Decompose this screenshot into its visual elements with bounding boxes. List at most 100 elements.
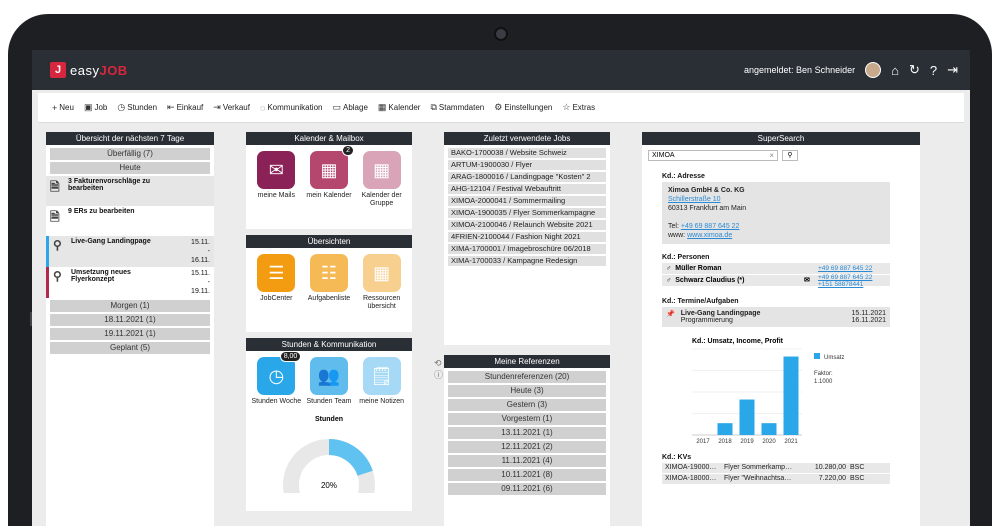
refresh-icon[interactable]: ↻ <box>909 62 920 78</box>
kv-row[interactable]: XIMOA-19000… Flyer Sommerkamp… 10.280,00 BS… <box>662 463 890 473</box>
mail-icon[interactable]: ✉ <box>804 275 814 286</box>
logo[interactable]: J easyJOB <box>50 62 128 78</box>
reference-item[interactable]: Heute (3) <box>448 385 606 397</box>
persons-section-title: Kd.: Personen <box>662 254 710 261</box>
task-item[interactable]: 🗎 3 Fakturenvorschläge zu bearbeiten <box>46 176 214 206</box>
tile-label: JobCenter <box>260 295 293 302</box>
home-icon[interactable]: ⌂ <box>891 63 899 78</box>
task-card[interactable]: 📌 Live-Gang Landingpage Programmierung 15… <box>662 307 890 327</box>
hours-panel: ◷ 8,00 Stunden Woche 👥 Stunden Team 🗒 meine No… <box>246 351 412 526</box>
toolbar-stammdaten-button[interactable]: ⧉ Stammdaten <box>430 102 484 113</box>
overviews-title: Übersichten <box>246 235 412 248</box>
toolbar-kalender-button[interactable]: ▦ Kalender <box>378 102 421 113</box>
task-item[interactable]: ⚲ Umsetzung neues Flyerkonzept 15.11. - 19.1… <box>46 267 214 298</box>
toolbar-neu-button[interactable]: + Neu <box>52 103 74 113</box>
toolbar-label: Verkauf <box>222 103 250 112</box>
tile-label: Ressourcen übersicht <box>362 295 401 310</box>
phone-link[interactable]: +49 69 887 645 22 <box>818 274 890 281</box>
job-item[interactable]: XIMA-1700033 / Kampagne Redesign <box>448 256 606 266</box>
overviews-tile[interactable]: ☷ Aufgabenliste <box>304 254 354 328</box>
search-button[interactable]: ⚲ <box>782 150 798 161</box>
job-item[interactable]: BAKO-1700038 / Website Schweiz <box>448 148 606 158</box>
overviews-tile[interactable]: ▦ Ressourcen übersicht <box>357 254 407 328</box>
toolbar-verkauf-icon: ⇥ <box>213 102 221 112</box>
toolbar-einstellungen-button[interactable]: ⚙ Einstellungen <box>494 102 552 113</box>
avatar[interactable] <box>865 62 882 78</box>
reference-item[interactable]: 13.11.2021 (1) <box>448 427 606 439</box>
job-item[interactable]: XIMOA-2100046 / Relaunch Website 2021 <box>448 220 606 230</box>
task-date-start: 15.11. <box>191 239 210 246</box>
calendar-tile[interactable]: ▦ Kalender der Gruppe <box>357 151 407 225</box>
app-screen: J easyJOB angemeldet: Ben Schneider ⌂ ↻ … <box>32 50 970 526</box>
person-row[interactable]: ♂ Schwarz Claudius (*) ✉ +49 69 887 645 22 +… <box>662 274 890 288</box>
references-list: Stundenreferenzen (20) Heute (3) Gestern (… <box>444 368 610 526</box>
person-row[interactable]: ♂ Müller Roman +49 69 887 645 22 <box>662 263 890 274</box>
task-item[interactable]: ⚲ Live-Gang Landingpage 15.11. - 16.11. <box>46 236 214 267</box>
today-group[interactable]: Heute <box>50 162 210 174</box>
hours-tile[interactable]: 👥 Stunden Team <box>304 357 354 406</box>
phone-link[interactable]: +49 69 887 645 22 <box>818 265 890 272</box>
phone-link-2[interactable]: +151 58878441 <box>818 281 890 288</box>
reference-item[interactable]: Stundenreferenzen (20) <box>448 371 606 383</box>
calendar-tile[interactable]: ▦ 2 mein Kalender <box>304 145 354 225</box>
supersearch-title: SuperSearch <box>642 132 920 145</box>
toolbar-stunden-button[interactable]: ◷ Stunden <box>117 102 157 113</box>
job-item[interactable]: 4FRIEN-2100044 / Fashion Night 2021 <box>448 232 606 242</box>
job-item[interactable]: XIMA-1700001 / Imagebroschüre 06/2018 <box>448 244 606 254</box>
job-item[interactable]: AHG-12104 / Festival Webauftritt <box>448 184 606 194</box>
donut-title: Stunden <box>315 416 343 423</box>
toolbar-ablage-button[interactable]: ▭ Ablage <box>332 102 367 113</box>
task-item[interactable]: 🗎 9 ERs zu bearbeiten <box>46 206 214 236</box>
info-icon[interactable]: ⓘ <box>434 368 443 381</box>
kv-id: XIMOA-18000… <box>665 475 717 482</box>
toolbar-einkauf-icon: ⇤ <box>167 102 175 112</box>
day-group[interactable]: 19.11.2021 (1) <box>50 328 210 340</box>
kv-name: Flyer "Weihnachtsa… <box>724 475 792 482</box>
hours-tile[interactable]: ◷ 8,00 Stunden Woche <box>251 351 302 406</box>
day-group[interactable]: 18.11.2021 (1) <box>50 314 210 326</box>
job-item[interactable]: ARAG-1800016 / Landingpage "Kosten" 2 <box>448 172 606 182</box>
www-link[interactable]: www.ximoa.de <box>687 232 732 239</box>
kv-amount: 10.280,00 <box>814 464 846 471</box>
job-item[interactable]: XIMOA-2000041 / Sommermailing <box>448 196 606 206</box>
factor-value: 1.1000 <box>814 379 833 385</box>
kv-row[interactable]: XIMOA-18000… Flyer "Weihnachtsa… 7.220,00 B… <box>662 474 890 484</box>
calendar-title: Kalender & Mailbox <box>246 132 412 145</box>
address-card: Ximoa GmbH & Co. KG Schillerstraße 10 60… <box>662 182 890 244</box>
hours-tile[interactable]: 🗒 meine Notizen <box>357 357 407 406</box>
task-date-start: 15.11. <box>191 270 210 277</box>
reference-item[interactable]: 11.11.2021 (4) <box>448 455 606 467</box>
overview-panel: Übersicht der nächsten 7 Tage Überfällig… <box>46 132 214 526</box>
supersearch-input[interactable]: XIMOA × <box>648 150 778 161</box>
toolbar-stunden-icon: ◷ <box>117 102 126 112</box>
street-link[interactable]: Schillerstraße 10 <box>668 195 884 204</box>
hours-title: Stunden & Kommunikation <box>246 338 412 351</box>
toolbar-job-button[interactable]: ▣ Job <box>84 102 107 113</box>
tel-link[interactable]: +49 69 887 645 22 <box>681 223 740 230</box>
clear-icon[interactable]: × <box>769 151 774 160</box>
reference-item[interactable]: Vorgestern (1) <box>448 413 606 425</box>
toolbar-extras-button[interactable]: ☆ Extras <box>562 102 595 113</box>
reference-item[interactable]: 12.11.2021 (2) <box>448 441 606 453</box>
task-text: Umsetzung neues Flyerkonzept <box>71 269 131 283</box>
person-name: Müller Roman <box>675 265 722 272</box>
reference-item[interactable]: Gestern (3) <box>448 399 606 411</box>
toolbar-verkauf-button[interactable]: ⇥ Verkauf <box>213 102 250 113</box>
day-group[interactable]: Geplant (5) <box>50 342 210 354</box>
help-icon[interactable]: ? <box>930 63 937 78</box>
reference-item[interactable]: 09.11.2021 (6) <box>448 483 606 495</box>
overviews-tile[interactable]: ☰ JobCenter <box>251 254 301 328</box>
toolbar-kommunikation-button[interactable]: ◌ Kommunikation <box>260 103 323 113</box>
toolbar-einkauf-button[interactable]: ⇤ Einkauf <box>167 102 203 113</box>
kv-currency: BSC <box>850 475 865 482</box>
person-icon: ♂ <box>666 277 672 284</box>
hours-donut: 20% <box>283 439 375 526</box>
day-group[interactable]: Morgen (1) <box>50 300 210 312</box>
task-text: Live-Gang Landingpage <box>71 238 151 245</box>
reference-item[interactable]: 10.11.2021 (8) <box>448 469 606 481</box>
job-item[interactable]: ARTUM-1900030 / Flyer <box>448 160 606 170</box>
logout-icon[interactable]: ⇥ <box>947 62 958 78</box>
job-item[interactable]: XIMOA-1900035 / Flyer Sommerkampagne <box>448 208 606 218</box>
calendar-tile[interactable]: ✉ meine Mails <box>251 151 301 225</box>
overdue-group[interactable]: Überfällig (7) <box>50 148 210 160</box>
